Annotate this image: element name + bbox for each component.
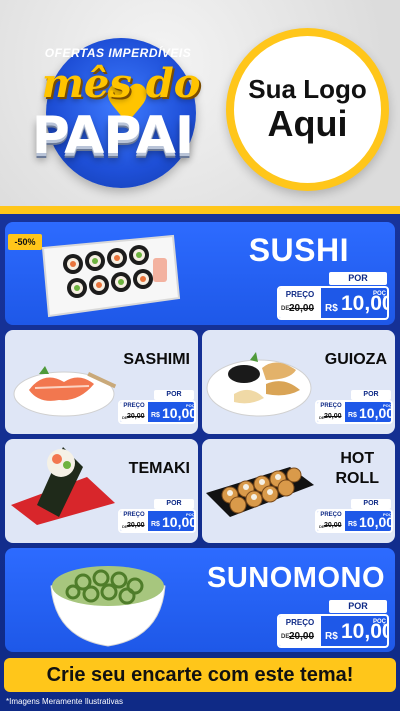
brand-title-papai: PAPAI: [31, 106, 195, 166]
price-unit: POÇ: [383, 512, 392, 517]
price-old: 20,00: [289, 631, 315, 642]
price-currency: R$: [325, 631, 338, 642]
cta-banner[interactable]: Crie seu encarte com este tema!: [4, 658, 396, 692]
product-title: HOT ROLL: [335, 449, 379, 489]
product-title: GUIOZA: [324, 351, 387, 368]
header: ♥ OFERTAS IMPERDÍVEIS mês do PAPAI Sua L…: [0, 0, 400, 212]
price-unit: POÇ: [383, 403, 392, 408]
product-title: TEMAKI: [128, 460, 190, 477]
product-card-sushi[interactable]: SUSHI POR PREÇO DE 20,00 R$ 10,00 POÇ: [5, 222, 395, 325]
price-tag: POR PREÇO DE 20,00 R$ 10,00 POÇ: [277, 272, 389, 320]
product-card-hot-roll[interactable]: HOT ROLL POR PREÇO DE 20,00 R$ 10,00 POÇ: [202, 439, 395, 543]
product-card-sunomono[interactable]: SUNOMONO POR PREÇO DE 20,00 R$ 10,00 POÇ: [5, 548, 395, 652]
price-old: 20,00: [324, 413, 342, 420]
product-title: SUSHI: [248, 232, 349, 268]
price-por-label: POR: [351, 499, 391, 509]
product-title: SASHIMI: [123, 351, 190, 368]
price-preco-label: PREÇO: [123, 403, 145, 409]
logo-text-line1: Sua Logo: [248, 74, 367, 105]
price-unit: POÇ: [373, 291, 387, 297]
brand-tagline: OFERTAS IMPERDÍVEIS: [44, 46, 192, 60]
sunomono-bowl-image: [50, 566, 166, 647]
product-card-sashimi[interactable]: SASHIMI POR PREÇO DE 20,00 R$ 10,00 POÇ: [5, 330, 198, 434]
logo-text-line2: Aqui: [267, 103, 348, 144]
price-tag: POR PREÇO DE 20,00 R$ 10,00 POÇ: [118, 499, 196, 533]
price-unit: POÇ: [186, 512, 195, 517]
price-currency: R$: [151, 412, 160, 419]
price-tag: POR PREÇO DE 20,00 R$ 10,00 POÇ: [315, 499, 393, 533]
price-por-label: POR: [351, 390, 391, 400]
price-box: PREÇO DE 20,00 R$ 10,00 POÇ: [118, 400, 196, 424]
sashimi-plate-image: [13, 366, 117, 417]
price-preco-label: PREÇO: [320, 512, 342, 518]
price-old: 20,00: [127, 413, 145, 420]
price-box: PREÇO DE 20,00 R$ 10,00 POÇ: [118, 509, 196, 533]
product-card-guioza[interactable]: GUIOZA POR PREÇO DE 20,00 R$ 10,00 POÇ: [202, 330, 395, 434]
sushi-tray-image: [41, 234, 181, 318]
price-unit: POÇ: [186, 403, 195, 408]
price-box: PREÇO DE 20,00 R$ 10,00 POÇ: [277, 286, 389, 320]
price-currency: R$: [151, 521, 160, 528]
price-unit: POÇ: [373, 619, 387, 625]
price-tag: POR PREÇO DE 20,00 R$ 10,00 POÇ: [118, 390, 196, 424]
brand-logo: ♥ OFERTAS IMPERDÍVEIS mês do PAPAI: [8, 20, 213, 205]
disclaimer-text: *Imagens Meramente Ilustrativas: [6, 697, 123, 706]
price-old: 20,00: [127, 522, 145, 529]
product-title: SUNOMONO: [207, 562, 385, 594]
price-old: 20,00: [324, 522, 342, 529]
price-box: PREÇO DE 20,00 R$ 10,00 POÇ: [315, 509, 393, 533]
brand-title-mes: mês do: [41, 60, 201, 107]
product-card-temaki[interactable]: TEMAKI POR PREÇO DE 20,00 R$ 10,00 POÇ: [5, 439, 198, 543]
price-box: PREÇO DE 20,00 R$ 10,00 POÇ: [315, 400, 393, 424]
temaki-image: [11, 447, 115, 525]
price-old: 20,00: [289, 303, 315, 314]
price-currency: R$: [348, 521, 357, 528]
price-tag: POR PREÇO DE 20,00 R$ 10,00 POÇ: [277, 600, 389, 648]
price-por-label: POR: [329, 272, 387, 285]
price-currency: R$: [348, 412, 357, 419]
hot-roll-image: [206, 467, 314, 517]
discount-badge: -50%: [8, 234, 42, 250]
price-preco-label: PREÇO: [320, 403, 342, 409]
price-por-label: POR: [329, 600, 387, 613]
store-logo-placeholder[interactable]: Sua Logo Aqui: [226, 28, 389, 191]
price-por-label: POR: [154, 390, 194, 400]
product-title-line1: HOT: [340, 450, 375, 467]
price-tag: POR PREÇO DE 20,00 R$ 10,00 POÇ: [315, 390, 393, 424]
price-preco-label: PREÇO: [285, 290, 315, 299]
price-preco-label: PREÇO: [285, 618, 315, 627]
price-preco-label: PREÇO: [123, 512, 145, 518]
product-title-line2: ROLL: [335, 470, 379, 487]
price-box: PREÇO DE 20,00 R$ 10,00 POÇ: [277, 614, 389, 648]
guioza-plate-image: [206, 352, 312, 417]
price-currency: R$: [325, 303, 338, 314]
price-por-label: POR: [154, 499, 194, 509]
